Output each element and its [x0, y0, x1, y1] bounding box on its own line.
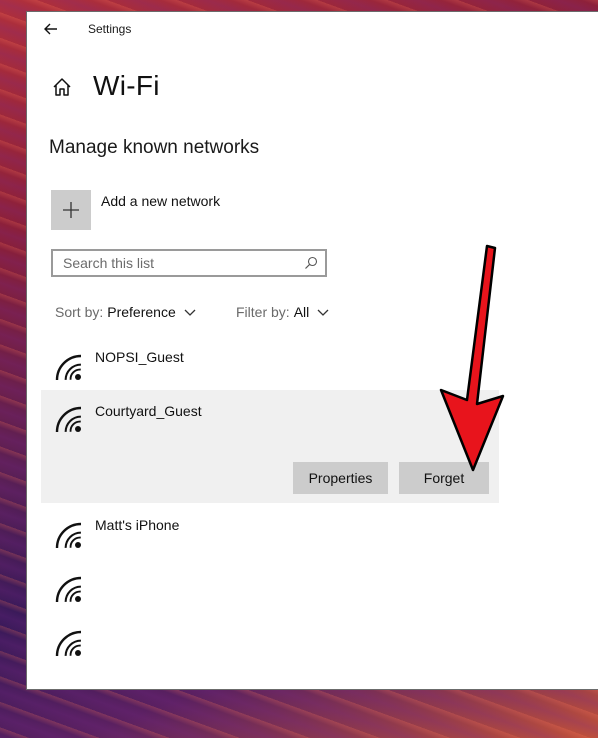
- chevron-down-icon: [317, 304, 329, 320]
- wifi-icon: [55, 630, 83, 663]
- back-arrow-icon: [39, 18, 63, 40]
- section-title: Manage known networks: [49, 137, 260, 158]
- network-item[interactable]: NOPSI_Guest: [41, 342, 499, 392]
- page-title: Wi-Fi: [93, 70, 160, 101]
- chevron-down-icon: [184, 304, 196, 320]
- network-item[interactable]: Matt's iPhone: [41, 512, 499, 562]
- network-name: Courtyard_Guest: [95, 403, 202, 419]
- back-button[interactable]: [39, 18, 63, 40]
- home-icon[interactable]: [51, 76, 73, 98]
- wifi-icon: [55, 576, 83, 609]
- search-input[interactable]: [53, 251, 303, 275]
- sort-value: Preference: [107, 304, 176, 320]
- search-icon[interactable]: [304, 256, 318, 275]
- filter-dropdown[interactable]: Filter by: All: [236, 304, 329, 320]
- sort-label: Sort by:: [55, 304, 104, 320]
- wifi-icon: [55, 406, 83, 439]
- wifi-icon: [55, 354, 83, 387]
- add-network-label: Add a new network: [101, 193, 221, 209]
- forget-button[interactable]: Forget: [399, 462, 489, 494]
- network-name: Matt's iPhone: [95, 517, 180, 533]
- add-network-button[interactable]: Add a new network: [51, 190, 220, 230]
- network-item-selected[interactable]: Courtyard_Guest Properties Forget: [41, 390, 499, 503]
- title-bar: Settings: [27, 12, 598, 46]
- search-box[interactable]: [51, 249, 327, 277]
- properties-button[interactable]: Properties: [293, 462, 388, 494]
- filter-value: All: [293, 304, 310, 320]
- network-item[interactable]: [41, 567, 499, 617]
- add-network-tile: [51, 190, 91, 230]
- settings-window: Settings Wi-Fi Manage known networks Add…: [27, 12, 598, 689]
- wifi-icon: [55, 522, 83, 555]
- network-item[interactable]: [41, 620, 499, 670]
- sort-dropdown[interactable]: Sort by: Preference: [55, 304, 196, 320]
- filter-label: Filter by:: [236, 304, 290, 320]
- network-name: NOPSI_Guest: [95, 349, 184, 365]
- window-title: Settings: [88, 22, 132, 36]
